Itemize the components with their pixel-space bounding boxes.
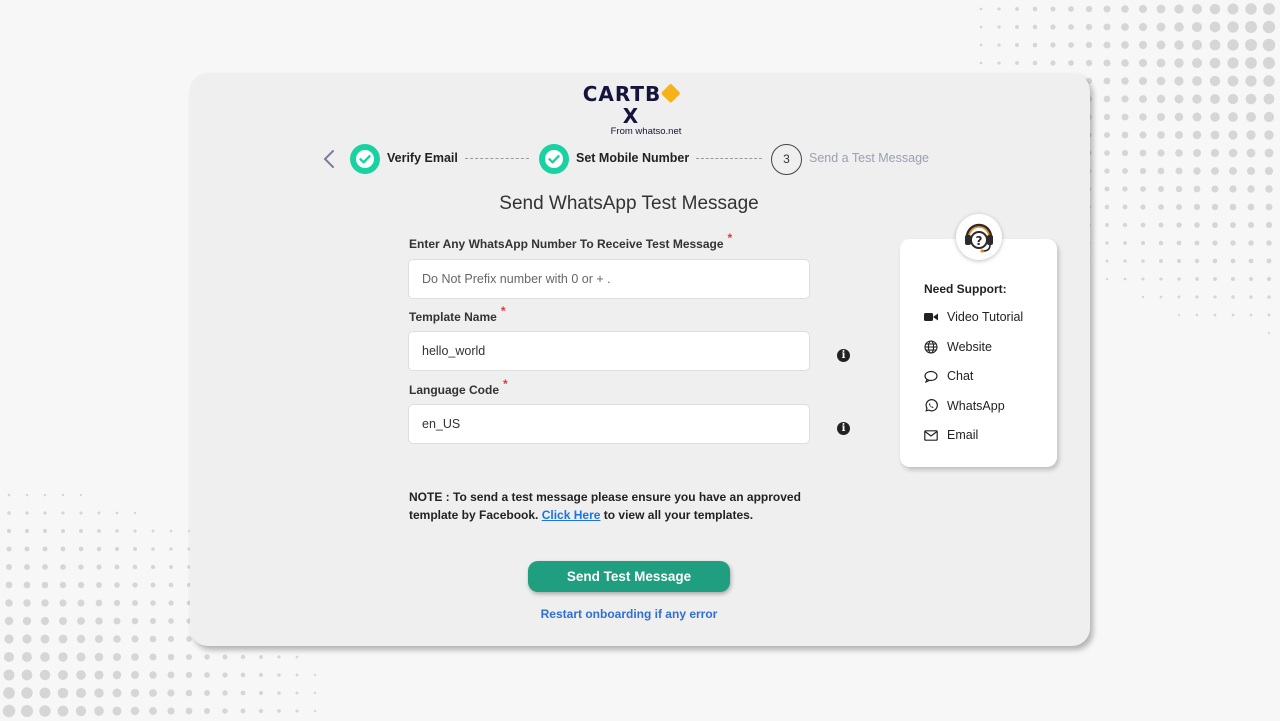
support-item-website[interactable]: Website [923, 338, 992, 356]
logo-box-icon [661, 83, 681, 104]
support-panel: ? Need Support: Video Tutorial Website C… [900, 214, 1057, 467]
onboarding-card: CARTBX From whatso.net Verify Email Set … [190, 73, 1090, 646]
step-2-check-icon [539, 144, 569, 174]
step-1-check-icon [350, 144, 380, 174]
cartbox-logo: CARTBX From whatso.net [576, 83, 686, 137]
support-item-chat[interactable]: Chat [923, 367, 973, 385]
page-title: Send WhatsApp Test Message [499, 193, 759, 214]
language-code-input[interactable] [408, 404, 810, 444]
whatsapp-number-label: Enter Any WhatsApp Number To Receive Tes… [409, 231, 733, 251]
step-3-label: Send a Test Message [809, 151, 929, 165]
whatsapp-icon [923, 398, 939, 414]
click-here-link[interactable]: Click Here [542, 508, 601, 522]
envelope-icon [923, 427, 939, 443]
required-asterisk: * [503, 377, 508, 391]
support-headset-icon: ? [956, 214, 1002, 260]
whatsapp-number-input[interactable] [408, 259, 810, 299]
required-asterisk: * [727, 231, 733, 245]
info-icon[interactable]: i [837, 349, 850, 362]
step-connector [696, 158, 762, 159]
template-name-input[interactable] [408, 331, 810, 371]
onboarding-stepper: Verify Email Set Mobile Number 3 Send a … [322, 143, 942, 175]
support-item-video-tutorial[interactable]: Video Tutorial [923, 308, 1023, 326]
step-1-label: Verify Email [387, 151, 458, 165]
video-icon [923, 309, 939, 325]
support-item-whatsapp[interactable]: WhatsApp [923, 397, 1005, 415]
send-test-message-button[interactable]: Send Test Message [528, 561, 730, 592]
step-2-label: Set Mobile Number [576, 151, 690, 165]
step-connector [465, 158, 529, 159]
template-note: NOTE : To send a test message please ens… [409, 490, 801, 522]
globe-icon [923, 339, 939, 355]
restart-onboarding-link[interactable]: Restart onboarding if any error [190, 607, 1068, 621]
chevron-left-icon[interactable] [322, 147, 336, 171]
logo-tagline: From whatso.net [610, 126, 682, 137]
template-name-label: Template Name * [409, 304, 506, 324]
info-icon[interactable]: i [837, 422, 850, 435]
chat-icon [923, 368, 939, 384]
required-asterisk: * [500, 304, 506, 318]
support-title: Need Support: [924, 282, 1007, 296]
support-item-email[interactable]: Email [923, 426, 978, 444]
svg-text:?: ? [976, 234, 983, 248]
step-3-number: 3 [771, 144, 802, 175]
language-code-label: Language Code * [409, 377, 508, 397]
